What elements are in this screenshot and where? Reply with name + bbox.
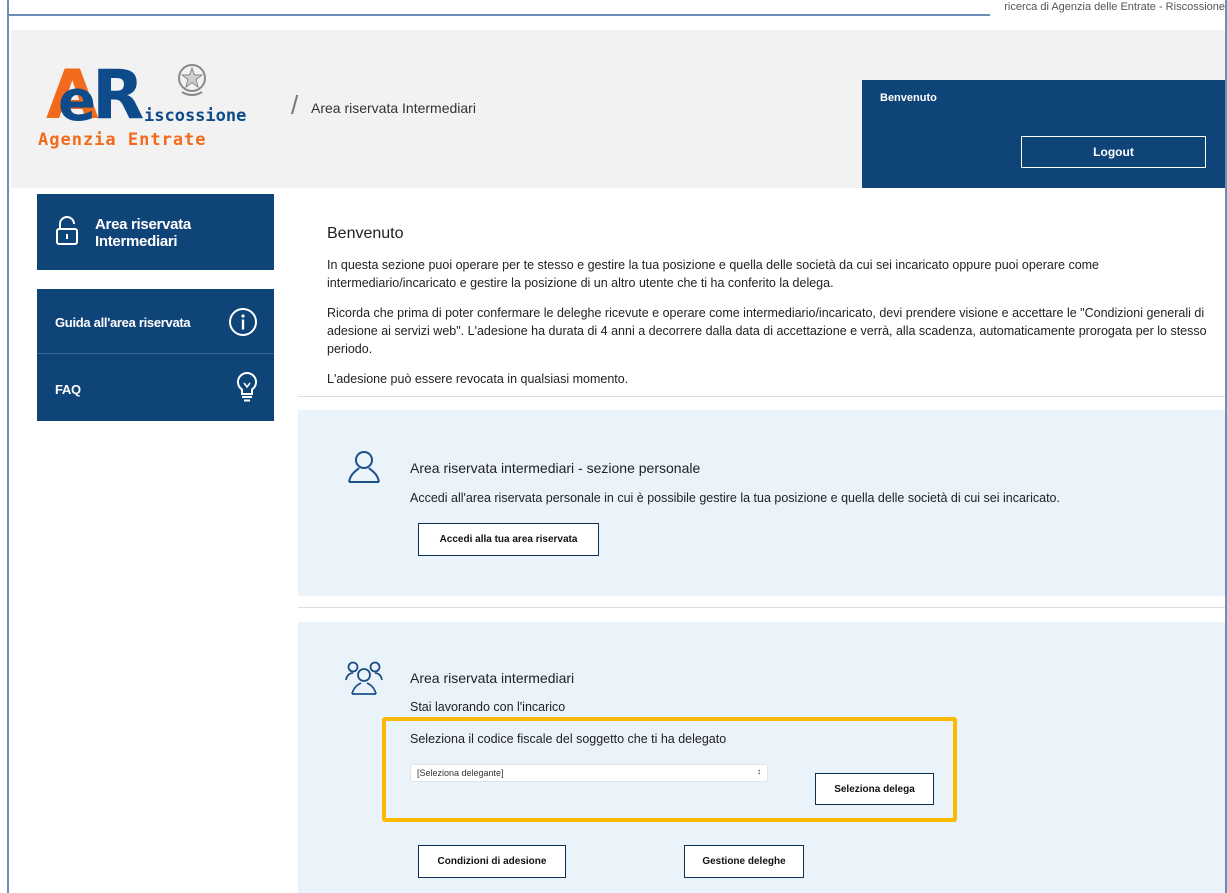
manage-delegations-button[interactable]: Gestione deleghe xyxy=(684,845,804,878)
lightbulb-icon xyxy=(236,371,258,402)
working-with-label: Stai lavorando con l'incarico xyxy=(410,700,566,714)
sidebar-card-label-line2: Intermediari xyxy=(95,233,178,250)
intermediari-title: Area riservata intermediari xyxy=(410,670,575,686)
header: A e R iscossione Agenzia Entrate / Area … xyxy=(11,30,1225,188)
info-circle-icon xyxy=(229,308,257,336)
users-group-icon xyxy=(345,661,383,695)
personal-area-panel: Area riservata intermediari - sezione pe… xyxy=(298,410,1225,596)
sidebar-item-label: FAQ xyxy=(55,382,81,397)
personal-area-title: Area riservata intermediari - sezione pe… xyxy=(410,460,701,476)
frame-line xyxy=(0,14,990,16)
intro-paragraph: In questa sezione puoi operare per te st… xyxy=(327,258,1100,290)
conditions-button[interactable]: Condizioni di adesione xyxy=(418,845,566,878)
highlight-box xyxy=(382,717,957,822)
logo-letter-e: e xyxy=(58,69,96,134)
agenzia-riscossione-logo[interactable]: A e R iscossione Agenzia Entrate xyxy=(36,60,286,165)
republic-emblem-icon xyxy=(178,64,206,96)
breadcrumb-separator: / xyxy=(291,90,299,120)
logo-iscossione: iscossione xyxy=(144,106,247,126)
user-welcome-box: Benvenuto Logout xyxy=(862,80,1225,188)
logo-letter-r: R xyxy=(92,56,145,135)
sidebar-item-guida[interactable]: Guida all'area riservata xyxy=(37,289,274,355)
personal-area-text: Accedi all'area riservata personale in c… xyxy=(410,491,1060,505)
sidebar-card-area-riservata[interactable]: Area riservata Intermediari xyxy=(37,194,274,270)
frame-left xyxy=(0,0,9,893)
section-divider xyxy=(298,396,1225,397)
sidebar-divider xyxy=(37,353,274,354)
logo-agenzia-entrate: Agenzia Entrate xyxy=(38,130,207,150)
logout-button[interactable]: Logout xyxy=(1021,136,1206,168)
user-icon xyxy=(348,451,380,483)
access-personal-area-button[interactable]: Accedi alla tua area riservata xyxy=(418,523,599,556)
lock-icon xyxy=(56,216,78,245)
top-strip-text: ricerca di Agenzia delle Entrate - Risco… xyxy=(1004,1,1225,13)
revocation-paragraph: L'adesione può essere revocata in qualsi… xyxy=(327,372,629,386)
sidebar-card-label-line1: Area riservata xyxy=(95,216,191,233)
sidebar-item-label: Guida all'area riservata xyxy=(55,315,191,330)
section-divider xyxy=(298,607,1225,608)
conditions-paragraph: Ricorda che prima di poter confermare le… xyxy=(327,306,1207,356)
sidebar-card-label: Area riservata Intermediari xyxy=(95,216,191,250)
sidebar-menu: Guida all'area riservata FAQ xyxy=(37,289,274,421)
breadcrumb-title: Area riservata Intermediari xyxy=(311,100,476,116)
sidebar-item-faq[interactable]: FAQ xyxy=(37,355,274,421)
welcome-label: Benvenuto xyxy=(880,92,937,104)
page-title: Benvenuto xyxy=(327,225,404,242)
